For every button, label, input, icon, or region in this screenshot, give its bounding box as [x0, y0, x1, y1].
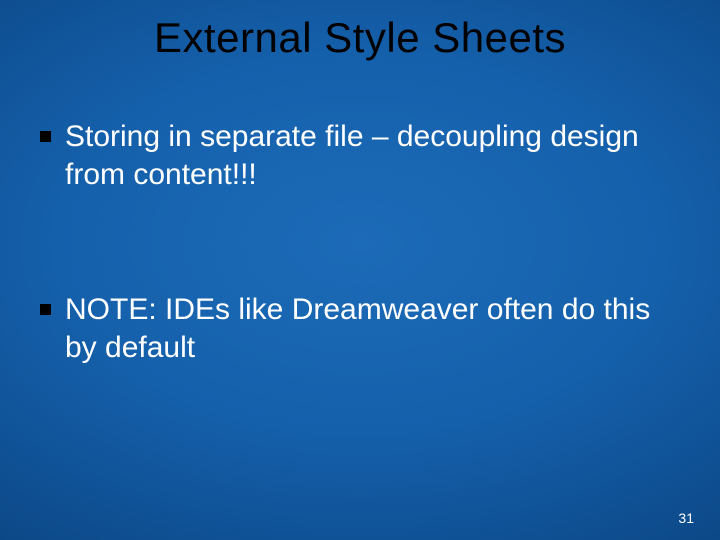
slide-body: Storing in separate file – decoupling de… — [40, 118, 680, 464]
bullet-text: NOTE: IDEs like Dreamweaver often do thi… — [65, 291, 680, 366]
bullet-text: Storing in separate file – decoupling de… — [65, 118, 680, 193]
slide-title: External Style Sheets — [0, 14, 720, 62]
bullet-item: NOTE: IDEs like Dreamweaver often do thi… — [40, 291, 680, 366]
bullet-item: Storing in separate file – decoupling de… — [40, 118, 680, 193]
page-number: 31 — [678, 510, 694, 526]
square-bullet-icon — [40, 304, 51, 315]
slide: External Style Sheets Storing in separat… — [0, 0, 720, 540]
square-bullet-icon — [40, 131, 51, 142]
